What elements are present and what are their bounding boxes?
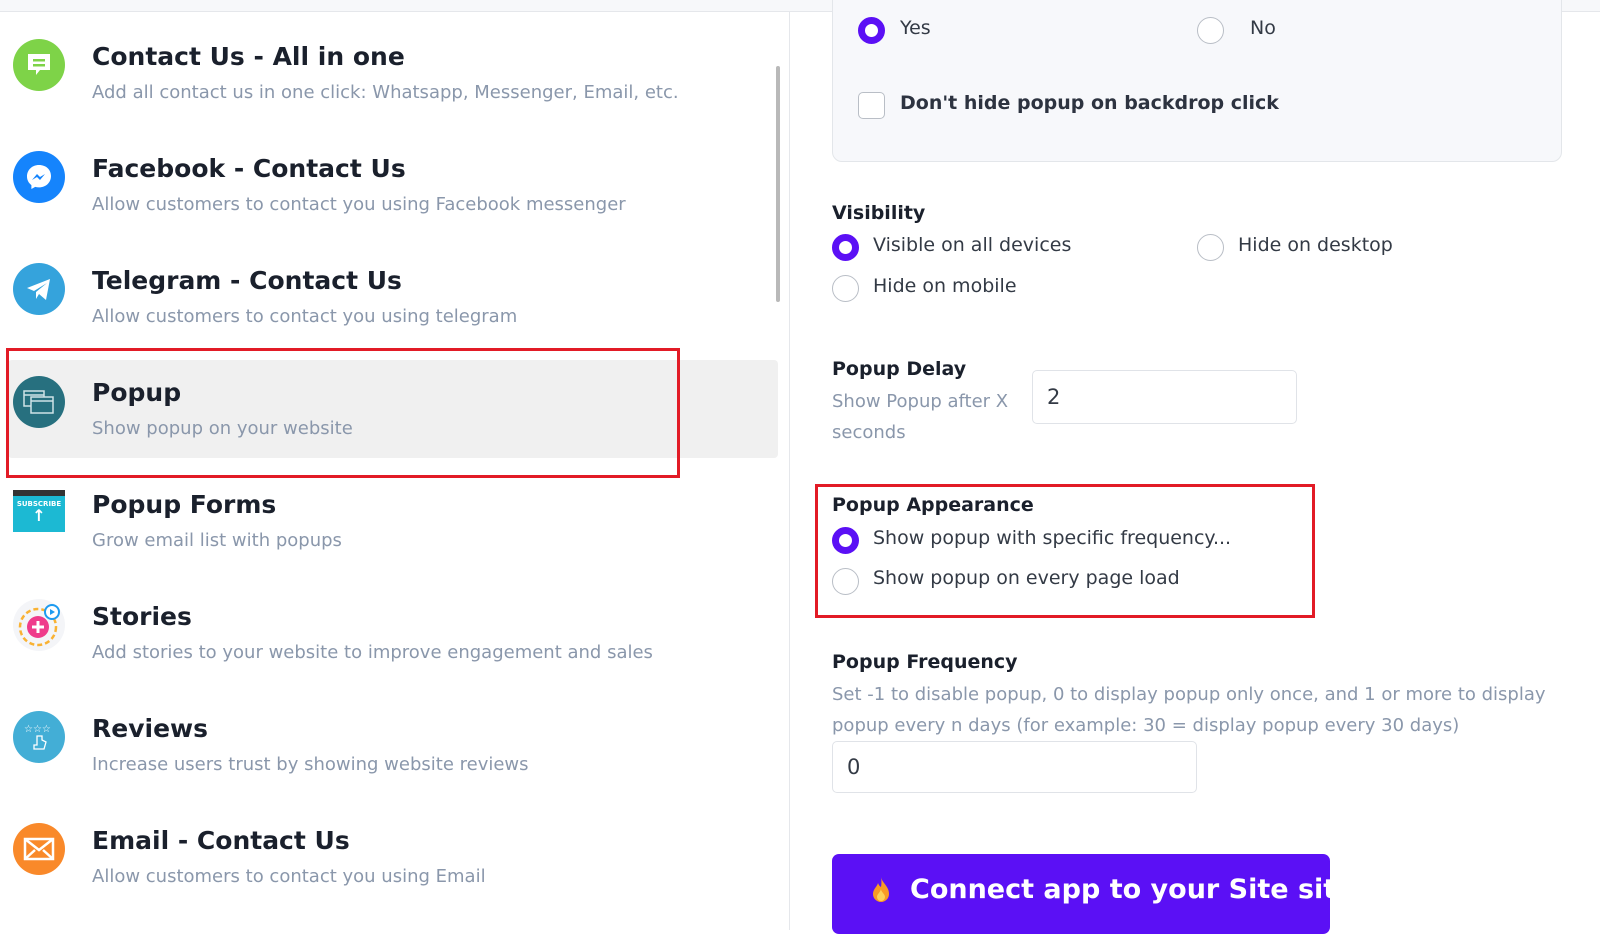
- email-icon: [13, 823, 65, 875]
- app-description: Add all contact us in one click: Whatsap…: [92, 82, 679, 103]
- radio-hide-mobile-label: Hide on mobile: [873, 275, 1017, 297]
- popup-frequency-input[interactable]: 0: [832, 741, 1197, 793]
- radio-no[interactable]: [1197, 17, 1224, 44]
- app-description: Increase users trust by showing website …: [92, 754, 529, 775]
- radio-yes[interactable]: [858, 17, 885, 44]
- app-item-telegram-contact-us[interactable]: Telegram - Contact Us Allow customers to…: [8, 238, 778, 336]
- app-title: Telegram - Contact Us: [92, 266, 402, 295]
- reviews-icon: ☆☆☆: [13, 711, 65, 763]
- app-description: Grow email list with popups: [92, 530, 342, 551]
- popup-delay-help: Show Popup after X seconds: [832, 391, 1009, 443]
- svg-text:☆☆☆: ☆☆☆: [24, 724, 51, 735]
- app-title: Stories: [92, 602, 192, 631]
- radio-specific-frequency[interactable]: [832, 527, 859, 554]
- app-description: Allow customers to contact you using tel…: [92, 306, 518, 327]
- app-list-panel: Contact Us - All in one Add all contact …: [0, 12, 790, 930]
- app-item-email-contact-us[interactable]: Email - Contact Us Allow customers to co…: [8, 798, 778, 896]
- arrow-up-icon: ↑: [32, 506, 46, 525]
- radio-every-page-load[interactable]: [832, 568, 859, 595]
- visibility-title: Visibility: [832, 202, 926, 224]
- telegram-icon: [13, 263, 65, 315]
- app-title: Popup Forms: [92, 490, 277, 519]
- app-item-contact-us-all-in-one[interactable]: Contact Us - All in one Add all contact …: [8, 14, 778, 112]
- stories-icon: [13, 599, 65, 651]
- app-item-reviews[interactable]: ☆☆☆ Reviews Increase users trust by show…: [8, 686, 778, 784]
- app-item-facebook-contact-us[interactable]: Facebook - Contact Us Allow customers to…: [8, 126, 778, 224]
- popup-frequency-help: Set -1 to disable popup, 0 to display po…: [832, 684, 1546, 736]
- app-title: Email - Contact Us: [92, 826, 350, 855]
- app-item-stories[interactable]: Stories Add stories to your website to i…: [8, 574, 778, 672]
- radio-hide-desktop-label: Hide on desktop: [1238, 234, 1393, 256]
- radio-yes-label: Yes: [900, 17, 931, 39]
- fire-icon: [870, 876, 892, 904]
- radio-no-label: No: [1250, 17, 1276, 39]
- connect-app-button-label: Connect app to your Site site: [910, 874, 1355, 905]
- radio-hide-mobile[interactable]: [832, 275, 859, 302]
- app-description: Add stories to your website to improve e…: [92, 642, 653, 663]
- settings-panel: Yes No Don't hide popup on backdrop clic…: [790, 0, 1600, 934]
- messenger-icon: [13, 151, 65, 203]
- radio-every-page-load-label: Show popup on every page load: [873, 567, 1180, 589]
- app-description: Allow customers to contact you using Ema…: [92, 866, 486, 887]
- chat-bubble-icon: [13, 39, 65, 91]
- scrollbar[interactable]: [776, 66, 780, 302]
- subscribe-icon: SUBSCRIBE ↑: [13, 490, 65, 532]
- radio-hide-desktop[interactable]: [1197, 234, 1224, 261]
- app-title: Facebook - Contact Us: [92, 154, 406, 183]
- app-description: Allow customers to contact you using Fac…: [92, 194, 626, 215]
- radio-visible-all-devices-label: Visible on all devices: [873, 234, 1072, 256]
- popup-frequency-title: Popup Frequency: [832, 651, 1018, 673]
- backdrop-checkbox[interactable]: [858, 92, 885, 119]
- radio-visible-all-devices[interactable]: [832, 234, 859, 261]
- radio-specific-frequency-label: Show popup with specific frequency...: [873, 527, 1232, 549]
- popup-delay-input[interactable]: 2: [1032, 370, 1297, 424]
- popup-appearance-title: Popup Appearance: [832, 494, 1034, 516]
- connect-app-button[interactable]: Connect app to your Site site: [832, 854, 1355, 934]
- backdrop-checkbox-label: Don't hide popup on backdrop click: [900, 92, 1279, 114]
- settings-card: Yes No Don't hide popup on backdrop clic…: [832, 0, 1562, 162]
- app-title: Reviews: [92, 714, 209, 743]
- popup-delay-title: Popup Delay: [832, 358, 967, 380]
- app-title: Contact Us - All in one: [92, 42, 405, 71]
- highlight-box-popup: [6, 348, 680, 478]
